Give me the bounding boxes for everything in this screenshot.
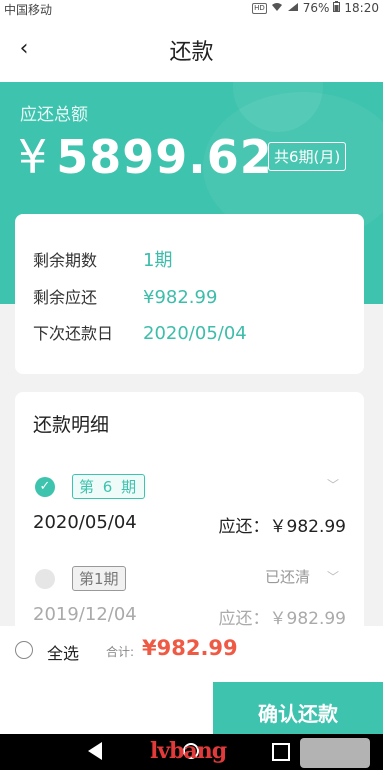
remaining-due-label: 剩余应还 xyxy=(33,288,98,307)
chevron-down-icon[interactable]: ﹀ xyxy=(327,476,339,493)
watermark-logo xyxy=(300,738,370,768)
summary-card: 剩余期数 1期 剩余应还 ¥982.99 下次还款日 2020/05/04 xyxy=(15,214,364,374)
total-amount: ¥5899.62 xyxy=(18,130,273,184)
currency-symbol: ¥ xyxy=(18,130,49,184)
total-sum-value: ¥982.99 xyxy=(142,636,238,660)
installment-date: 2019/12/04 xyxy=(33,604,137,625)
total-amount-value: 5899.62 xyxy=(56,130,273,184)
total-label: 应还总额 xyxy=(20,105,88,125)
paid-status: 已还清 xyxy=(265,568,311,586)
repayment-detail-card: 还款明细 ✓ 第 6 期 ﹀ 2020/05/04 应还：￥982.99 第1期… xyxy=(15,392,364,632)
installment-due: 应还：￥982.99 xyxy=(218,517,346,537)
next-due-date-row: 下次还款日 2020/05/04 xyxy=(33,320,247,344)
installment-tag: 第1期 xyxy=(72,566,126,591)
status-bar: 中国移动 HD 76% 18:20 xyxy=(0,0,383,18)
remaining-due-row: 剩余应还 ¥982.99 xyxy=(33,284,217,308)
checkout-bar: 全选 合计: ¥982.99 xyxy=(0,626,383,682)
clock: 18:20 xyxy=(344,1,379,15)
detail-title: 还款明细 xyxy=(33,414,110,436)
check-icon[interactable]: ✓ xyxy=(35,477,55,497)
remaining-periods-label: 剩余期数 xyxy=(33,251,98,270)
nav-bar: ‹ 还款 xyxy=(0,18,383,82)
installment-tag: 第 6 期 xyxy=(72,474,146,499)
next-due-date-value: 2020/05/04 xyxy=(143,323,247,344)
next-due-date-label: 下次还款日 xyxy=(33,324,114,343)
battery-icon xyxy=(333,1,341,15)
select-all-label[interactable]: 全选 xyxy=(47,640,79,664)
signal-icon xyxy=(287,1,299,15)
remaining-periods-value: 1期 xyxy=(143,250,173,271)
wifi-icon xyxy=(271,1,283,15)
watermark-text: lvbang xyxy=(150,738,227,764)
checkbox-disabled-icon[interactable] xyxy=(35,569,55,589)
footer-spacer xyxy=(0,682,213,734)
carrier-name: 中国移动 xyxy=(4,3,53,17)
remaining-periods-row: 剩余期数 1期 xyxy=(33,246,172,272)
period-badge: 共6期(月) xyxy=(268,142,347,171)
installment-date: 2020/05/04 xyxy=(33,512,137,533)
select-all-radio[interactable] xyxy=(15,641,33,659)
chevron-down-icon[interactable]: ﹀ xyxy=(327,568,339,585)
hd-indicator: HD xyxy=(252,2,267,14)
page-title: 还款 xyxy=(169,40,214,65)
remaining-due-value: ¥982.99 xyxy=(143,287,218,308)
total-sum-label: 合计: xyxy=(106,645,135,659)
system-recents-icon[interactable] xyxy=(272,743,290,761)
system-back-icon[interactable] xyxy=(88,742,102,760)
battery-level: 76% xyxy=(302,1,330,15)
